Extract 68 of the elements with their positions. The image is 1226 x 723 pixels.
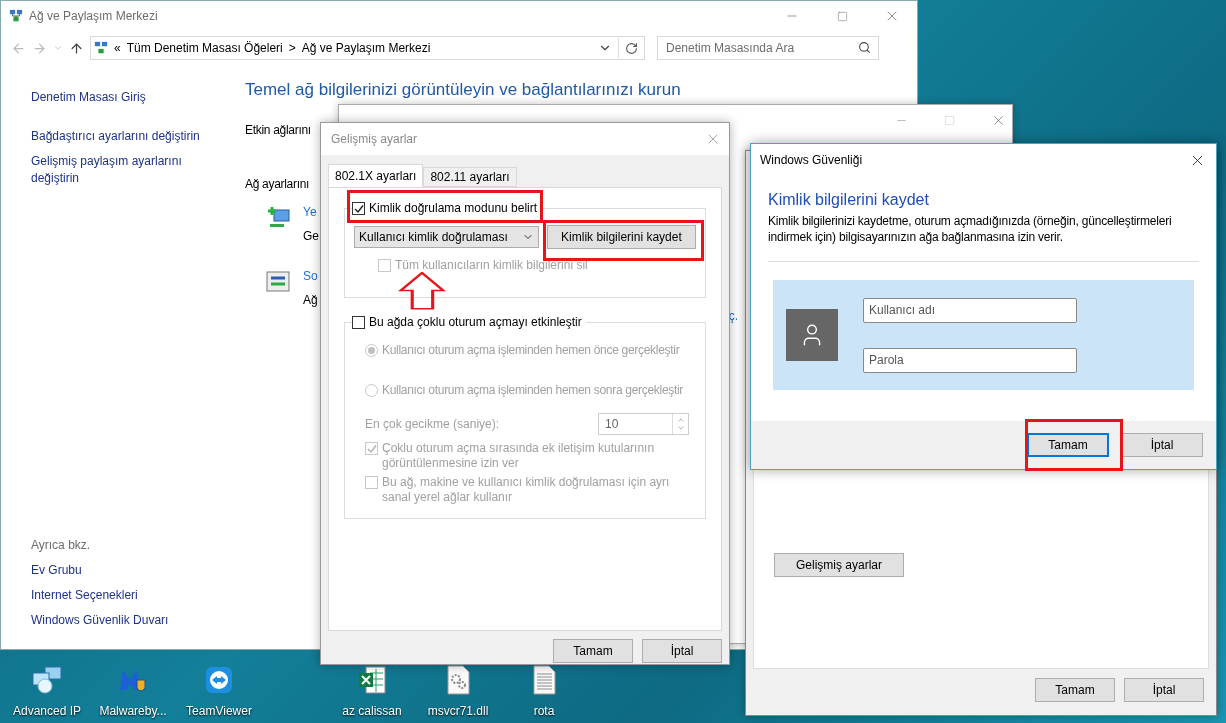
troubleshoot-icon bbox=[265, 268, 291, 295]
maximize-icon[interactable] bbox=[944, 114, 955, 126]
dialog-button[interactable]: Tamam bbox=[1035, 678, 1115, 702]
address-bar[interactable]: « Tüm Denetim Masası Öğeleri > Ağ ve Paylaşım Merkezi bbox=[90, 36, 645, 60]
advanced-settings-button[interactable]: Gelişmiş ayarlar bbox=[774, 553, 904, 577]
desktop-icon-label[interactable]: rota bbox=[533, 702, 555, 720]
dialog-button[interactable]: İptal bbox=[1124, 678, 1204, 702]
page-heading: Temel ağ bilgilerinizi görüntüleyin ve bağlantılarınızı kurun bbox=[245, 79, 681, 101]
network-icon bbox=[9, 9, 23, 23]
checkbox-label: Kimlik doğrulama modunu belirt bbox=[369, 201, 538, 216]
radio-label: Kullanıcı oturum açma işleminden hemen önce gerçekleştir bbox=[382, 342, 680, 359]
breadcrumb-item[interactable]: Ağ ve Paylaşım Merkezi bbox=[301, 39, 431, 57]
desktop-icon-label[interactable]: Advanced IP bbox=[12, 702, 81, 720]
breadcrumb-item[interactable]: Tüm Denetim Masası Öğeleri bbox=[126, 39, 283, 57]
see-also-link[interactable]: Internet Seçenekleri bbox=[31, 587, 245, 604]
settings-link[interactable]: So bbox=[303, 266, 318, 285]
window-title: Ağ ve Paylaşım Merkezi bbox=[29, 8, 158, 25]
monitors-icon[interactable] bbox=[31, 664, 63, 696]
see-also-link[interactable]: Windows Güvenlik Duvarı bbox=[31, 612, 245, 629]
recent-locations-icon[interactable] bbox=[53, 43, 63, 53]
section-label: Ağ ayarlarını bbox=[245, 175, 310, 193]
dialog-title: Gelişmiş ayarlar bbox=[331, 131, 417, 148]
section-label: Etkin ağlarını bbox=[245, 121, 311, 139]
dialog-button[interactable]: Tamam bbox=[1027, 433, 1109, 457]
up-icon[interactable] bbox=[69, 40, 84, 56]
breadcrumb-separator: > bbox=[288, 40, 296, 57]
radio-label: Kullanıcı oturum açma işleminden hemen sonra gerçekleştir bbox=[382, 382, 684, 399]
checkbox-label: Bu ağda çoklu oturum açmayı etkinleştir bbox=[369, 315, 582, 330]
spreadsheet-icon[interactable] bbox=[356, 664, 388, 696]
checkbox-label: Bu ağ, makine ve kullanıcı kimlik doğrulaması için ayrı sanal yerel ağlar kullanır bbox=[382, 475, 671, 505]
maximize-icon[interactable] bbox=[836, 10, 848, 22]
dialog-title: Windows Güvenliği bbox=[760, 152, 863, 169]
dialog-description: Kimlik bilgilerinizi kaydetme, oturum açmadığınızda (örneğin, güncelleştirmeleri indirmek için) bilgisayarınızın ağa bağlanmasına izin verir. bbox=[768, 213, 1173, 245]
network-icon bbox=[94, 41, 108, 55]
checkbox-label: Çoklu oturum açma sırasında ek iletişim kutularının görüntülenmesine izin ver bbox=[382, 441, 656, 471]
save-credentials-button[interactable]: Kimlik bilgilerini kaydet bbox=[546, 225, 696, 249]
arrow-annotation-drawing bbox=[398, 272, 446, 310]
back-icon[interactable] bbox=[11, 40, 26, 56]
sidebar-link[interactable]: Denetim Masası Giriş bbox=[31, 89, 221, 106]
dialog-heading: Kimlik bilgilerini kaydet bbox=[768, 190, 930, 210]
password-field[interactable]: Parola bbox=[863, 347, 1077, 373]
settings-description: Ağ bbox=[303, 291, 318, 309]
search-icon[interactable] bbox=[858, 41, 871, 54]
delay-label: En çok gecikme (saniye): bbox=[365, 416, 500, 433]
forward-icon[interactable] bbox=[32, 40, 47, 56]
breadcrumb-overflow[interactable]: « bbox=[114, 39, 121, 57]
checkbox[interactable] bbox=[352, 316, 365, 329]
settings-link[interactable]: Ye bbox=[303, 202, 319, 221]
desktop-icon-label[interactable]: TeamViewer bbox=[186, 702, 252, 720]
dialog-button[interactable]: İptal bbox=[1121, 433, 1203, 457]
desktop-icon-label[interactable]: Malwareby... bbox=[99, 702, 167, 720]
see-also-heading: Ayrıca bkz. bbox=[31, 537, 92, 554]
settings-description: Ge bbox=[303, 227, 319, 245]
username-field[interactable]: Kullanıcı adı bbox=[863, 297, 1077, 323]
auth-mode-dropdown[interactable]: Kullanıcı kimlik doğrulaması bbox=[354, 226, 539, 248]
desktop-icon-label[interactable]: az calissan bbox=[342, 702, 402, 720]
remote-arrows-icon[interactable] bbox=[203, 664, 235, 696]
search-field[interactable]: Denetim Masasında Ara bbox=[657, 36, 879, 60]
tab[interactable]: 802.1X ayarları bbox=[328, 164, 424, 187]
desktop-icon-label[interactable]: msvcr71.dll bbox=[427, 702, 489, 720]
sidebar-link[interactable]: Bağdaştırıcı ayarlarını değiştirin bbox=[31, 128, 221, 145]
sidebar-link[interactable]: Gelişmiş paylaşım ayarlarını değiştirin bbox=[31, 153, 221, 187]
refresh-icon[interactable] bbox=[625, 41, 638, 55]
see-also-link[interactable]: Ev Grubu bbox=[31, 562, 245, 579]
dialog-button[interactable]: Tamam bbox=[553, 639, 633, 663]
tab[interactable]: 802.11 ayarları bbox=[423, 167, 517, 187]
checkbox[interactable] bbox=[352, 202, 365, 215]
dialog-button[interactable]: İptal bbox=[642, 639, 722, 663]
